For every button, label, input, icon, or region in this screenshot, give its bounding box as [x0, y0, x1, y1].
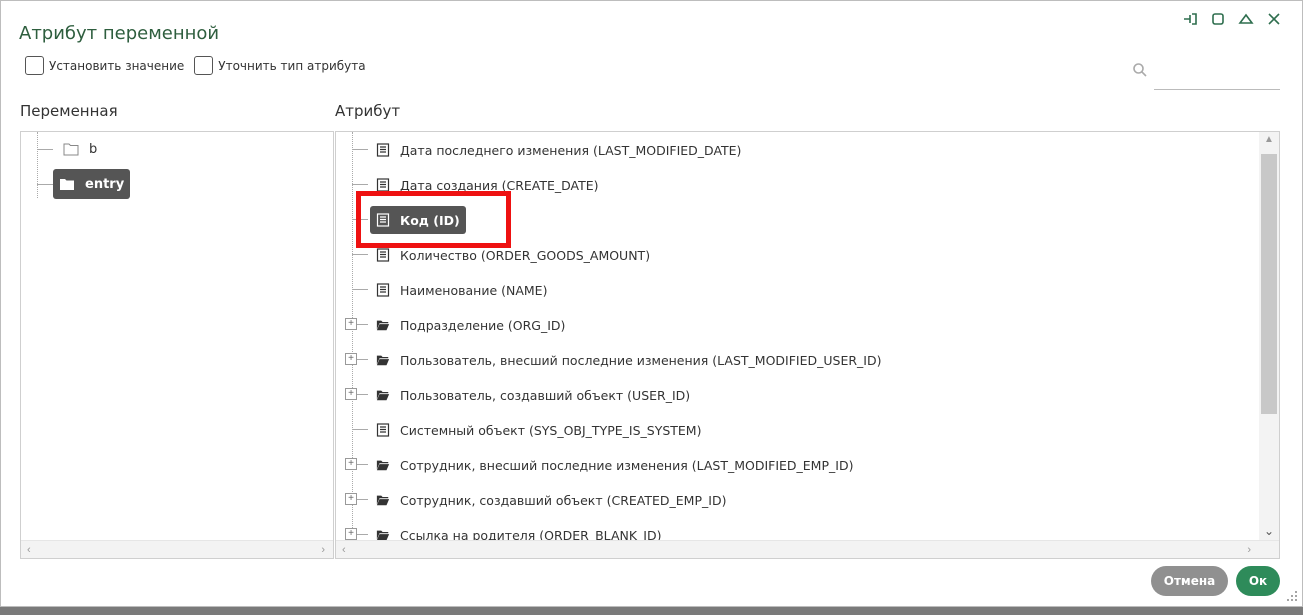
- list-icon: [376, 178, 390, 192]
- list-icon: [376, 283, 390, 297]
- annotation-highlight-box: [356, 191, 511, 248]
- refine-type-label: Уточнить тип атрибута: [218, 58, 366, 73]
- open-folder-icon: [376, 390, 390, 401]
- set-value-option[interactable]: Установить значение: [25, 56, 184, 75]
- dialog-title: Атрибут переменной: [19, 23, 220, 44]
- tree-row: + Пользователь, внесший последние измене…: [336, 342, 1256, 377]
- folder-icon: [60, 179, 74, 190]
- tree-row: + Сотрудник, внесший последние изменения…: [336, 447, 1256, 482]
- close-icon[interactable]: [1266, 11, 1282, 27]
- search-input[interactable]: [1154, 61, 1280, 87]
- pin-icon[interactable]: [1182, 11, 1198, 27]
- attribute-item[interactable]: Сотрудник, внесший последние изменения (…: [370, 451, 859, 479]
- search-underline: [1154, 89, 1280, 90]
- attribute-item[interactable]: Системный объект (SYS_OBJ_TYPE_IS_SYSTEM…: [370, 416, 707, 444]
- search-box: [1132, 59, 1280, 90]
- tree-connector: [37, 184, 53, 185]
- attribute-item[interactable]: Наименование (NAME): [370, 276, 553, 304]
- set-value-checkbox[interactable]: [25, 56, 44, 75]
- attribute-item[interactable]: Пользователь, внесший последние изменени…: [370, 346, 887, 374]
- attribute-item[interactable]: Пользователь, создавший объект (USER_ID): [370, 381, 696, 409]
- expand-icon[interactable]: +: [345, 458, 357, 470]
- list-icon: [376, 423, 390, 437]
- attribute-label: Дата последнего изменения (LAST_MODIFIED…: [400, 142, 742, 158]
- refine-type-option[interactable]: Уточнить тип атрибута: [194, 56, 366, 75]
- folder-outline-icon: [63, 143, 79, 156]
- tree-connector: [352, 254, 368, 255]
- open-folder-icon: [376, 460, 390, 471]
- list-icon: [376, 143, 390, 157]
- open-folder-icon: [376, 320, 390, 331]
- open-folder-icon: [376, 355, 390, 366]
- tree-row: Наименование (NAME): [336, 272, 1256, 307]
- horizontal-scrollbar[interactable]: ‹ ›: [21, 540, 333, 558]
- attribute-panel-header: Атрибут: [335, 102, 401, 120]
- expand-icon[interactable]: +: [345, 388, 357, 400]
- tree-row: Системный объект (SYS_OBJ_TYPE_IS_SYSTEM…: [336, 412, 1256, 447]
- options-row: Установить значение Уточнить тип атрибут…: [25, 56, 366, 75]
- variable-tree: b entry ‹ ›: [20, 131, 334, 559]
- attribute-label: Подразделение (ORG_ID): [400, 317, 566, 333]
- attribute-label: Наименование (NAME): [400, 282, 548, 298]
- expand-icon[interactable]: +: [345, 318, 357, 330]
- set-value-label: Установить значение: [49, 58, 185, 73]
- search-icon: [1133, 63, 1147, 77]
- tree-connector: [352, 149, 368, 150]
- tree-row: + Пользователь, создавший объект (USER_I…: [336, 377, 1256, 412]
- expand-icon[interactable]: +: [345, 493, 357, 505]
- tree-connector: [37, 132, 38, 198]
- tree-row: + Сотрудник, создавший объект (CREATED_E…: [336, 482, 1256, 517]
- variable-node-entry[interactable]: entry: [53, 169, 131, 199]
- attribute-label: Системный объект (SYS_OBJ_TYPE_IS_SYSTEM…: [400, 422, 702, 438]
- tree-connector: [352, 289, 368, 290]
- tree-row: + Подразделение (ORG_ID): [336, 307, 1256, 342]
- resize-grip-icon[interactable]: [1286, 590, 1298, 602]
- variable-panel-header: Переменная: [20, 102, 118, 120]
- expand-icon[interactable]: +: [345, 528, 357, 540]
- attribute-item[interactable]: Подразделение (ORG_ID): [370, 311, 571, 339]
- scroll-right-icon[interactable]: ›: [321, 544, 325, 556]
- collapse-icon[interactable]: [1238, 11, 1254, 27]
- ok-button[interactable]: Ок: [1236, 566, 1280, 596]
- attribute-item[interactable]: Сотрудник, создавший объект (CREATED_EMP…: [370, 486, 732, 514]
- attribute-label: Пользователь, внесший последние изменени…: [400, 352, 882, 368]
- open-folder-icon: [376, 495, 390, 506]
- scroll-up-icon[interactable]: ▲: [1264, 134, 1274, 145]
- window-controls: [1182, 11, 1282, 27]
- scroll-right-icon[interactable]: ›: [1247, 544, 1251, 556]
- attribute-dialog: Атрибут переменной Установить значение У…: [0, 0, 1303, 607]
- expand-icon[interactable]: +: [345, 353, 357, 365]
- vertical-scrollbar[interactable]: ▲ ⌄: [1259, 132, 1279, 540]
- scroll-left-icon[interactable]: ‹: [342, 544, 346, 556]
- tree-row: Дата последнего изменения (LAST_MODIFIED…: [336, 132, 1256, 167]
- variable-node-b[interactable]: b: [57, 134, 103, 164]
- attribute-label: Сотрудник, внесший последние изменения (…: [400, 457, 854, 473]
- scroll-left-icon[interactable]: ‹: [27, 544, 31, 556]
- scrollbar-thumb[interactable]: [1261, 154, 1277, 414]
- tree-connector: [352, 429, 368, 430]
- cancel-button[interactable]: Отмена: [1151, 566, 1228, 596]
- variable-node-label: entry: [85, 176, 125, 192]
- tree-connector: [37, 149, 53, 150]
- horizontal-scrollbar[interactable]: ‹ ›: [336, 540, 1279, 558]
- scroll-down-icon[interactable]: ⌄: [1264, 524, 1274, 538]
- list-icon: [376, 248, 390, 262]
- refine-type-checkbox[interactable]: [194, 56, 214, 75]
- attribute-item[interactable]: Дата последнего изменения (LAST_MODIFIED…: [370, 136, 747, 164]
- attribute-label: Пользователь, создавший объект (USER_ID): [400, 387, 691, 403]
- maximize-icon[interactable]: [1210, 11, 1226, 27]
- attribute-label: Количество (ORDER_GOODS_AMOUNT): [400, 247, 651, 263]
- variable-node-label: b: [89, 141, 98, 157]
- attribute-label: Сотрудник, создавший объект (CREATED_EMP…: [400, 492, 727, 508]
- tree-connector: [352, 184, 368, 185]
